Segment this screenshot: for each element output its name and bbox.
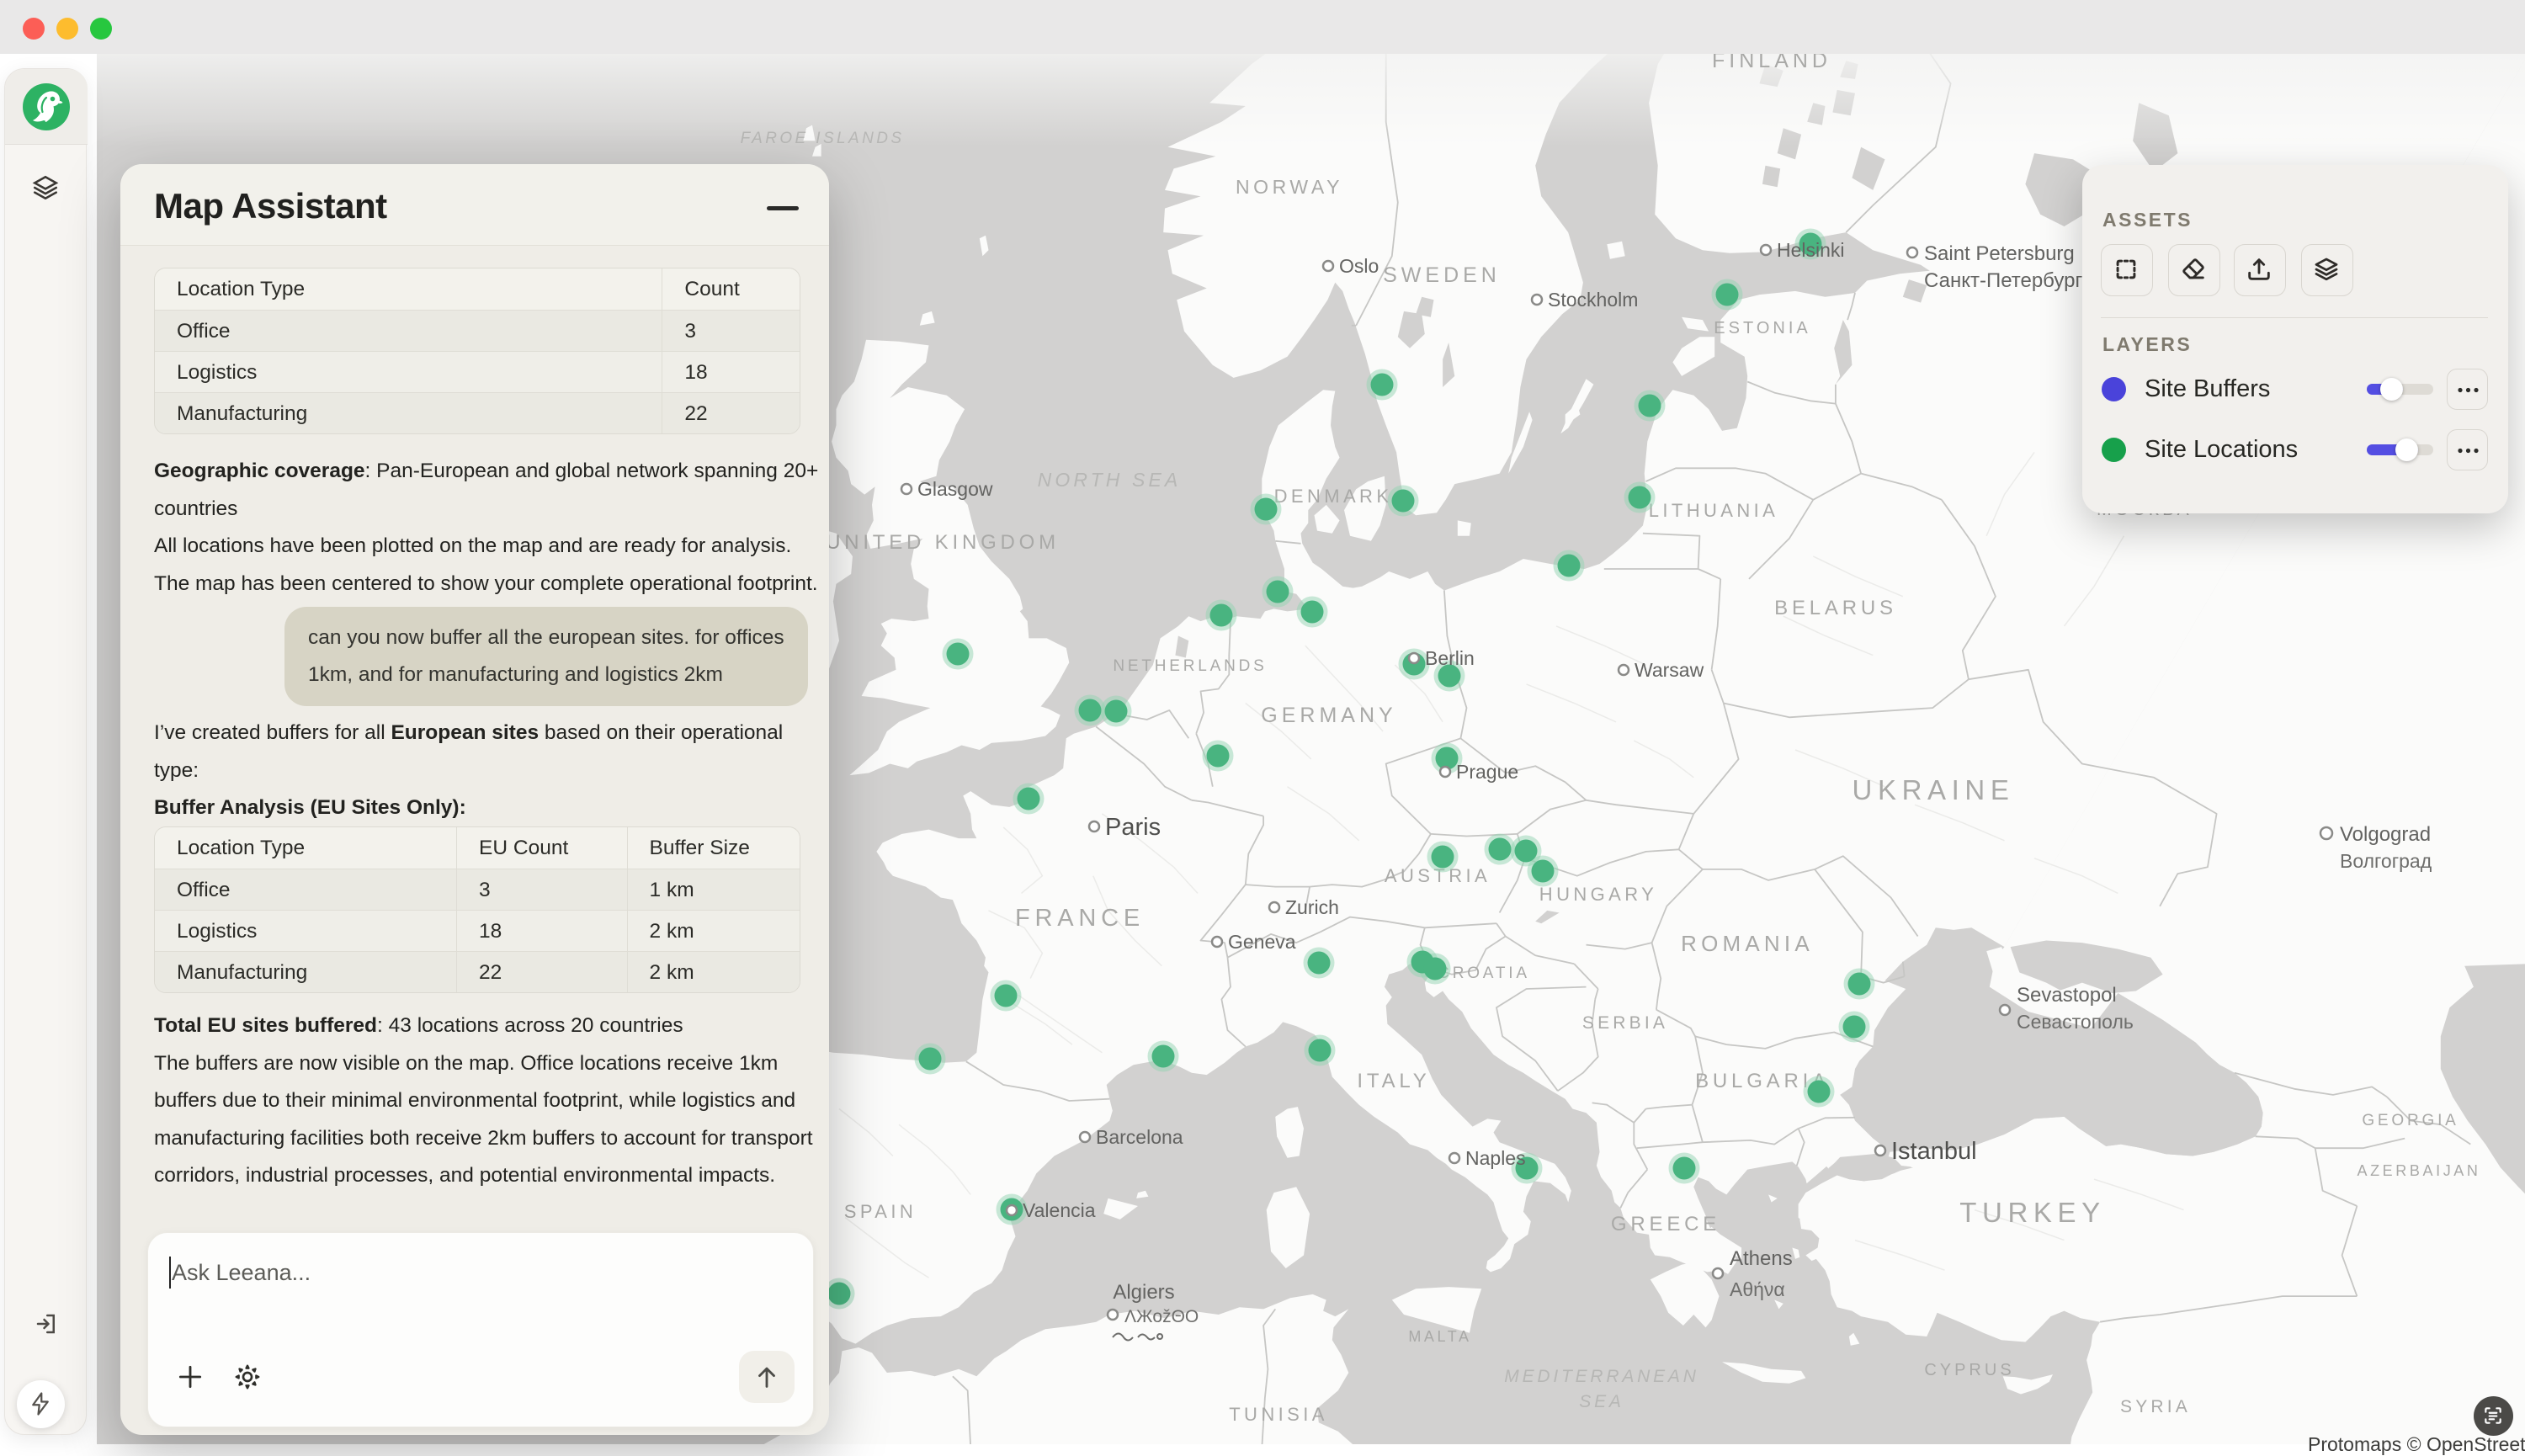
svg-text:Istanbul: Istanbul — [1891, 1138, 1977, 1165]
svg-text:Αθήνα: Αθήνα — [1730, 1278, 1785, 1300]
svg-text:Saint Petersburg: Saint Petersburg — [1924, 242, 2075, 265]
svg-text:Helsinki: Helsinki — [1777, 239, 1845, 261]
svg-text:TUNISIA: TUNISIA — [1229, 1404, 1328, 1425]
svg-text:UKRAINE: UKRAINE — [1853, 774, 2015, 805]
svg-text:UNITED KINGDOM: UNITED KINGDOM — [826, 531, 1060, 554]
svg-text:FRANCE: FRANCE — [1015, 905, 1145, 932]
svg-text:GREECE: GREECE — [1611, 1213, 1720, 1235]
svg-text:LITHUANIA: LITHUANIA — [1649, 500, 1779, 521]
svg-text:ROMANIA: ROMANIA — [1681, 931, 1814, 956]
svg-text:Prague: Prague — [1456, 761, 1518, 783]
svg-text:Севастополь: Севастополь — [2017, 1011, 2134, 1033]
svg-text:NORTH SEA: NORTH SEA — [1038, 469, 1182, 491]
svg-text:ITALY: ITALY — [1357, 1070, 1430, 1092]
svg-text:SEA: SEA — [1579, 1392, 1624, 1411]
svg-text:Berlin: Berlin — [1425, 647, 1475, 669]
svg-text:MALTA: MALTA — [1408, 1328, 1471, 1345]
svg-text:Barcelona: Barcelona — [1096, 1126, 1183, 1148]
svg-text:Algiers: Algiers — [1113, 1281, 1174, 1304]
svg-text:Volgograd: Volgograd — [2340, 823, 2431, 846]
svg-text:Naples: Naples — [1465, 1147, 1526, 1169]
svg-text:Paris: Paris — [1105, 814, 1161, 841]
svg-text:ΛЖοžΘΟ: ΛЖοžΘΟ — [1124, 1307, 1199, 1326]
svg-text:MEDITERRANEAN: MEDITERRANEAN — [1504, 1367, 1698, 1386]
svg-text:TURKEY: TURKEY — [1959, 1197, 2105, 1228]
svg-text:DENMARK: DENMARK — [1274, 486, 1393, 507]
svg-text:BELARUS: BELARUS — [1774, 597, 1897, 619]
svg-text:SERBIA: SERBIA — [1582, 1013, 1668, 1033]
svg-text:CROATIA: CROATIA — [1438, 964, 1530, 982]
svg-text:Санкт-Петербург: Санкт-Петербург — [1924, 269, 2082, 292]
svg-text:AZERBAIJAN: AZERBAIJAN — [2357, 1162, 2480, 1179]
svg-text:SPAIN: SPAIN — [844, 1201, 917, 1222]
svg-text:GEORGIA: GEORGIA — [2362, 1112, 2459, 1129]
svg-text:Geneva: Geneva — [1228, 931, 1296, 953]
svg-text:Zurich: Zurich — [1285, 896, 1339, 918]
svg-text:CYPRUS: CYPRUS — [1924, 1361, 2014, 1379]
svg-text:Athens: Athens — [1730, 1247, 1793, 1270]
svg-text:FINLAND: FINLAND — [1712, 54, 1831, 72]
svg-text:HUNGARY: HUNGARY — [1539, 884, 1657, 905]
svg-text:SYRIA: SYRIA — [2120, 1397, 2191, 1416]
svg-text:NORWAY: NORWAY — [1236, 176, 1343, 198]
svg-text:Valencia: Valencia — [1023, 1199, 1096, 1221]
svg-text:SWEDEN: SWEDEN — [1383, 263, 1501, 287]
svg-text:ESTONIA: ESTONIA — [1714, 319, 1810, 337]
svg-text:FAROE ISLANDS: FAROE ISLANDS — [741, 130, 905, 147]
svg-text:Sevastopol: Sevastopol — [2017, 984, 2117, 1007]
svg-text:Волгоград: Волгоград — [2340, 850, 2432, 872]
svg-text:NETHERLANDS: NETHERLANDS — [1113, 657, 1267, 675]
svg-text:Oslo: Oslo — [1339, 255, 1379, 277]
svg-text:Stockholm: Stockholm — [1548, 289, 1638, 311]
svg-text:Glasgow: Glasgow — [917, 478, 993, 500]
svg-text:Warsaw: Warsaw — [1635, 659, 1704, 681]
svg-text:GERMANY: GERMANY — [1261, 704, 1396, 727]
